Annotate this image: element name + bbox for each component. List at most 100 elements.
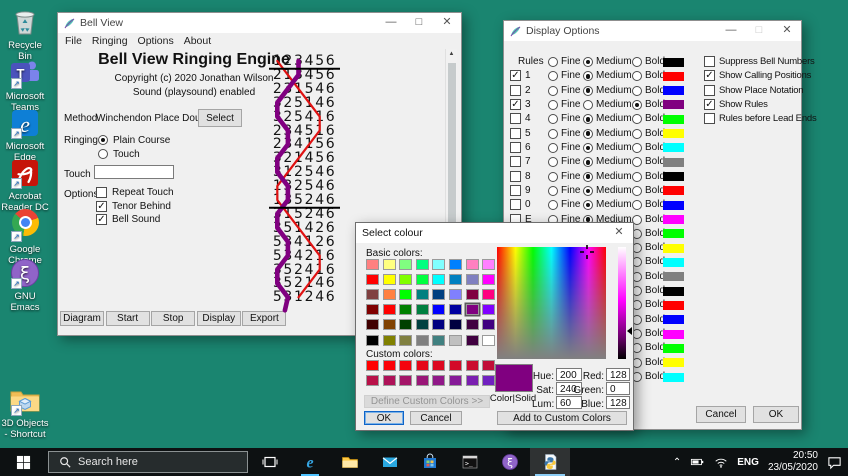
bell-color-swatch[interactable] — [663, 344, 684, 353]
basic-color-swatch[interactable] — [466, 274, 479, 285]
option-checkbox-tenor-behind[interactable]: ✓ — [96, 201, 107, 212]
basic-color-swatch[interactable] — [466, 259, 479, 270]
add-to-custom-colors-button[interactable]: Add to Custom Colors — [497, 411, 627, 425]
bell-color-swatch[interactable] — [663, 315, 684, 324]
bold-radio[interactable] — [632, 129, 642, 139]
tray-language[interactable]: ENG — [737, 457, 759, 468]
basic-color-swatch[interactable] — [399, 259, 412, 270]
basic-color-swatch[interactable] — [449, 319, 462, 330]
custom-color-swatch[interactable] — [449, 375, 462, 386]
bold-radio[interactable] — [632, 172, 642, 182]
desktop-icon-teams[interactable]: T↗Microsoft Teams — [1, 56, 49, 113]
menu-item-ringing[interactable]: Ringing — [87, 33, 133, 49]
basic-color-swatch[interactable] — [399, 274, 412, 285]
medium-radio[interactable] — [583, 71, 593, 81]
bell-color-swatch[interactable] — [663, 287, 684, 296]
fine-radio[interactable] — [548, 143, 558, 153]
green-input[interactable]: 0 — [606, 382, 630, 395]
blue-input[interactable]: 128 — [606, 396, 630, 409]
battery-icon[interactable] — [690, 455, 705, 469]
basic-color-swatch[interactable] — [482, 289, 495, 300]
custom-color-swatch[interactable] — [399, 360, 412, 371]
bell-enable-checkbox[interactable]: ✓ — [510, 70, 521, 81]
bold-radio[interactable] — [632, 157, 642, 167]
desktop-icon-acrobat[interactable]: ↗Acrobat Reader DC — [1, 156, 49, 213]
basic-color-swatch[interactable] — [416, 289, 429, 300]
option-checkbox-bell-sound[interactable]: ✓ — [96, 214, 107, 225]
bell-color-swatch[interactable] — [663, 86, 684, 95]
bell-color-swatch[interactable] — [663, 301, 684, 310]
basic-color-swatch[interactable] — [416, 304, 429, 315]
bell-color-swatch[interactable] — [663, 115, 684, 124]
bell-color-swatch[interactable] — [663, 373, 684, 382]
basic-color-swatch[interactable] — [432, 319, 445, 330]
scrollbar-up-arrow-icon[interactable]: ▲ — [446, 51, 457, 57]
desktop-icon-recycle-bin[interactable]: Recycle Bin — [1, 5, 49, 62]
hue-saturation-field[interactable] — [497, 247, 606, 359]
medium-radio[interactable] — [583, 172, 593, 182]
custom-color-swatch[interactable] — [416, 375, 429, 386]
bold-radio[interactable] — [632, 86, 642, 96]
luminance-arrow-icon[interactable] — [627, 327, 632, 335]
basic-color-swatch[interactable] — [432, 304, 445, 315]
taskbar-icon-console[interactable]: >_ — [450, 448, 490, 476]
basic-color-swatch[interactable] — [416, 274, 429, 285]
define-custom-colors-button[interactable]: Define Custom Colors >> — [364, 395, 490, 408]
basic-color-swatch[interactable] — [366, 319, 379, 330]
custom-color-swatch[interactable] — [466, 360, 479, 371]
custom-color-swatch[interactable] — [432, 360, 445, 371]
basic-color-swatch[interactable] — [416, 259, 429, 270]
taskbar-icon-emacs[interactable]: ξ — [490, 448, 530, 476]
display-toggle-checkbox[interactable] — [704, 85, 715, 96]
desktop-icon-emacs[interactable]: ξ↗GNU Emacs — [1, 256, 49, 313]
fine-radio[interactable] — [548, 157, 558, 167]
touch-input[interactable] — [94, 165, 174, 179]
custom-color-swatch[interactable] — [383, 375, 396, 386]
start-button[interactable]: Start — [106, 311, 150, 326]
custom-color-swatch[interactable] — [449, 360, 462, 371]
medium-radio[interactable] — [583, 186, 593, 196]
fine-radio[interactable] — [548, 86, 558, 96]
ringing-radio-touch[interactable] — [98, 149, 108, 159]
bell-enable-checkbox[interactable] — [510, 199, 521, 210]
bell-color-swatch[interactable] — [663, 58, 684, 67]
custom-color-swatch[interactable] — [366, 360, 379, 371]
bell-enable-checkbox[interactable] — [510, 128, 521, 139]
basic-color-swatch[interactable] — [383, 259, 396, 270]
tray-clock[interactable]: 20:50 23/05/2020 — [768, 450, 818, 474]
basic-color-swatch[interactable] — [449, 304, 462, 315]
basic-color-swatch[interactable] — [449, 274, 462, 285]
custom-color-swatch[interactable] — [366, 375, 379, 386]
basic-color-swatch[interactable] — [482, 335, 495, 346]
basic-color-swatch[interactable] — [466, 289, 479, 300]
basic-color-swatch[interactable] — [432, 274, 445, 285]
basic-color-swatch[interactable] — [383, 289, 396, 300]
basic-color-swatch[interactable] — [432, 335, 445, 346]
bell-enable-checkbox[interactable]: ✓ — [510, 99, 521, 110]
display-options-minimize-button[interactable]: — — [717, 21, 745, 41]
bold-radio[interactable] — [632, 143, 642, 153]
bell-color-swatch[interactable] — [663, 272, 684, 281]
fine-radio[interactable] — [548, 114, 558, 124]
bell-color-swatch[interactable] — [663, 172, 684, 181]
basic-color-swatch[interactable] — [449, 289, 462, 300]
bell-color-swatch[interactable] — [663, 244, 684, 253]
bell-color-swatch[interactable] — [663, 143, 684, 152]
basic-color-swatch[interactable] — [399, 319, 412, 330]
basic-color-swatch-selected[interactable] — [466, 304, 479, 315]
select-colour-titlebar[interactable]: Select colour — [356, 223, 633, 243]
bell-color-swatch[interactable] — [663, 215, 684, 224]
bell-color-swatch[interactable] — [663, 330, 684, 339]
custom-color-swatch[interactable] — [466, 375, 479, 386]
custom-color-swatch[interactable] — [416, 360, 429, 371]
custom-color-swatch[interactable] — [383, 360, 396, 371]
bell-color-swatch[interactable] — [663, 129, 684, 138]
custom-color-swatch[interactable] — [482, 360, 495, 371]
menu-item-about[interactable]: About — [179, 33, 216, 49]
export-button[interactable]: Export — [242, 311, 286, 326]
action-center-icon[interactable] — [827, 455, 842, 470]
bell-color-swatch[interactable] — [663, 186, 684, 195]
diagram-button[interactable]: Diagram — [60, 311, 104, 326]
basic-color-swatch[interactable] — [482, 274, 495, 285]
taskbar-icon-mail[interactable] — [370, 448, 410, 476]
